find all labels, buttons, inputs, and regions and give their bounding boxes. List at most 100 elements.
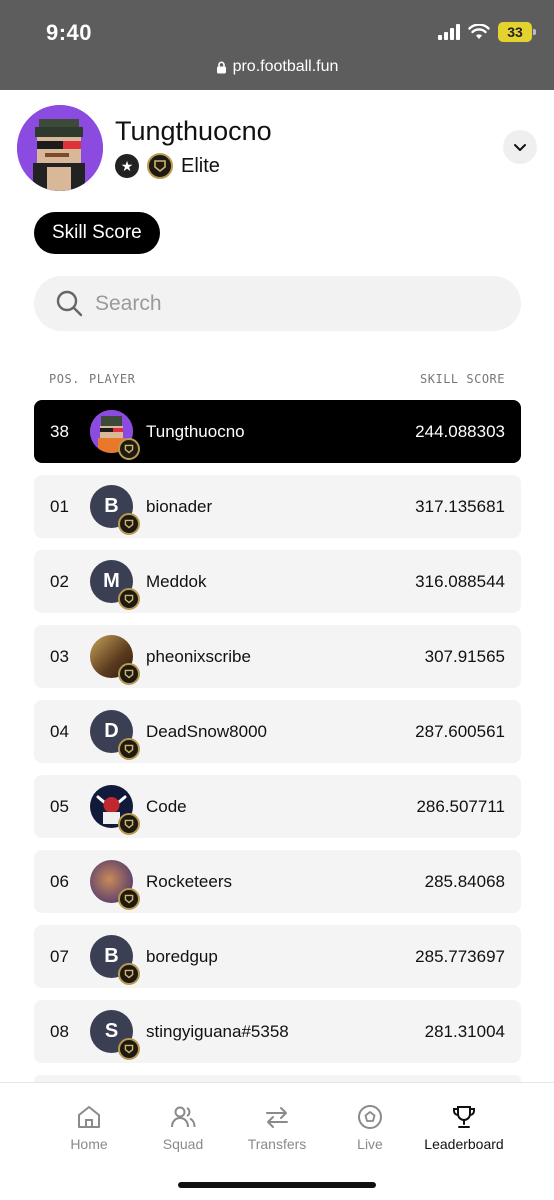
- home-icon: [78, 1106, 100, 1128]
- player-name: Meddok: [146, 571, 207, 591]
- browser-top-bar: 9:40 33 pro.football.fun: [0, 0, 554, 90]
- lock-icon: [216, 61, 226, 73]
- profile-header: Tungthuocno ★ Elite: [0, 90, 554, 220]
- leaderboard-row[interactable]: 01 B bionader 317.135681: [34, 475, 521, 538]
- url-text: pro.football.fun: [232, 58, 339, 75]
- status-icons: 33: [438, 22, 536, 42]
- player-avatar: [90, 785, 140, 835]
- elite-badge-icon: [118, 513, 140, 535]
- player-score: 316.088544: [415, 571, 505, 591]
- player-score: 317.135681: [415, 496, 505, 516]
- elite-badge-icon: [118, 813, 140, 835]
- nav-live-label: Live: [357, 1136, 383, 1152]
- profile-tier: ★ Elite: [115, 153, 220, 179]
- row-position: 38: [50, 421, 69, 441]
- player-name: Rocketeers: [146, 871, 232, 891]
- battery-indicator: 33: [498, 22, 536, 42]
- avatar-initial: S: [104, 1020, 119, 1042]
- tier-label: Elite: [181, 154, 220, 177]
- player-name: stingyiguana#5358: [146, 1021, 289, 1041]
- player-avatar: M: [90, 560, 140, 610]
- leaderboard-row[interactable]: 07 B boredgup 285.773697: [34, 925, 521, 988]
- elite-badge-icon: [147, 153, 173, 179]
- row-position: 01: [50, 496, 69, 516]
- row-position: 03: [50, 646, 69, 666]
- row-position: 06: [50, 871, 69, 891]
- leaderboard-row[interactable]: 02 M Meddok 316.088544: [34, 550, 521, 613]
- avatar-initial: B: [104, 495, 119, 517]
- search-icon: [56, 290, 83, 317]
- url-bar[interactable]: pro.football.fun: [0, 58, 554, 76]
- nav-leaderboard[interactable]: Leaderboard: [419, 1103, 509, 1152]
- elite-badge-icon: [118, 963, 140, 985]
- profile-avatar[interactable]: [17, 105, 103, 191]
- player-name: bionader: [146, 496, 213, 516]
- row-position: 04: [50, 721, 69, 741]
- nav-squad[interactable]: Squad: [138, 1103, 228, 1152]
- squad-icon: [171, 1106, 196, 1128]
- search-input[interactable]: Search: [34, 276, 521, 331]
- player-name: Code: [146, 796, 187, 816]
- elite-badge-icon: [118, 438, 140, 460]
- player-score: 281.31004: [424, 1021, 505, 1041]
- pixel-avatar-icon: [17, 105, 103, 191]
- player-score: 285.773697: [415, 946, 505, 966]
- nav-home-label: Home: [70, 1136, 108, 1152]
- nav-transfers[interactable]: Transfers: [232, 1103, 322, 1152]
- nav-leaderboard-label: Leaderboard: [424, 1136, 504, 1152]
- football-icon: [358, 1105, 382, 1129]
- current-user-row[interactable]: 38 Tungthuocno 244.088303: [34, 400, 521, 463]
- player-score: 244.088303: [415, 421, 505, 441]
- nav-squad-label: Squad: [162, 1136, 204, 1152]
- column-header-position: POS.: [49, 372, 80, 386]
- row-position: 08: [50, 1021, 69, 1041]
- profile-expand-button[interactable]: [503, 130, 537, 164]
- column-header-score: SKILL SCORE: [420, 372, 505, 386]
- player-avatar: D: [90, 710, 140, 760]
- player-name: DeadSnow8000: [146, 721, 267, 741]
- player-avatar: [90, 410, 140, 460]
- player-score: 307.91565: [424, 646, 505, 666]
- avatar-initial: D: [104, 720, 119, 742]
- avatar-initial: B: [104, 945, 119, 967]
- leaderboard-row[interactable]: 06 Rocketeers 285.84068: [34, 850, 521, 913]
- player-avatar: B: [90, 485, 140, 535]
- player-score: 287.600561: [415, 721, 505, 741]
- transfer-arrows-icon: [266, 1107, 288, 1128]
- profile-username: Tungthuocno: [115, 116, 272, 146]
- elite-badge-icon: [118, 888, 140, 910]
- avatar-initial: M: [103, 570, 120, 592]
- row-position: 07: [50, 946, 69, 966]
- nav-live[interactable]: Live: [325, 1103, 415, 1152]
- elite-badge-icon: [118, 663, 140, 685]
- leaderboard-row[interactable]: 04 D DeadSnow8000 287.600561: [34, 700, 521, 763]
- player-score: 285.84068: [424, 871, 505, 891]
- skill-score-tab[interactable]: Skill Score: [34, 212, 160, 254]
- row-position: 05: [50, 796, 69, 816]
- player-name: pheonixscribe: [146, 646, 251, 666]
- search-placeholder: Search: [95, 291, 162, 315]
- home-indicator: [178, 1182, 376, 1188]
- leaderboard-row[interactable]: 03 pheonixscribe 307.91565: [34, 625, 521, 688]
- leaderboard-row[interactable]: 08 S stingyiguana#5358 281.31004: [34, 1000, 521, 1063]
- elite-badge-icon: [118, 738, 140, 760]
- elite-badge-icon: [118, 1038, 140, 1060]
- player-avatar: [90, 635, 140, 685]
- elite-badge-icon: [118, 588, 140, 610]
- player-avatar: [90, 860, 140, 910]
- player-score: 286.507711: [416, 796, 505, 816]
- star-badge-icon: ★: [115, 154, 139, 178]
- player-name: boredgup: [146, 946, 218, 966]
- player-name: Tungthuocno: [146, 421, 245, 441]
- column-header-player: PLAYER: [89, 372, 136, 386]
- trophy-icon: [453, 1106, 475, 1128]
- status-time: 9:40: [46, 20, 93, 45]
- chevron-down-icon: [514, 143, 526, 151]
- cellular-signal-icon: [438, 24, 460, 40]
- nav-home[interactable]: Home: [44, 1103, 134, 1152]
- nav-transfers-label: Transfers: [247, 1136, 307, 1152]
- row-position: 02: [50, 571, 69, 591]
- player-avatar: B: [90, 935, 140, 985]
- player-avatar: S: [90, 1010, 140, 1060]
- leaderboard-row[interactable]: 05 Code 286.507711: [34, 775, 521, 838]
